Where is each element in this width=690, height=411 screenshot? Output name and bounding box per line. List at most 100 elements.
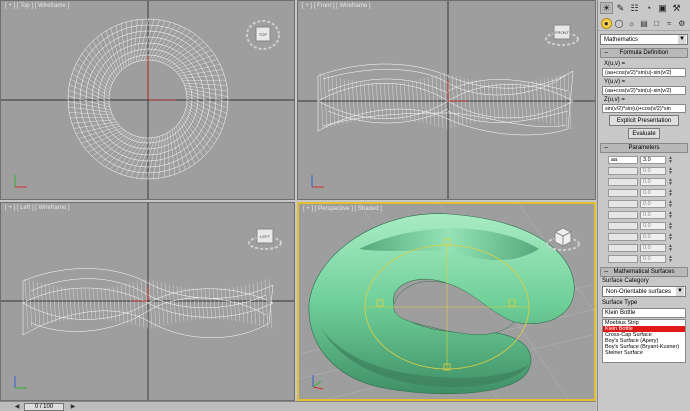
modify-tab-icon[interactable]: ✎ [614,2,627,14]
parameters-list: aa 3.0 ▲ ▼ 0.0 ▲ ▼ 0.0 ▲ ▼ 0.0 ▲ ▼ 0.0 ▲ ▼ 0.0 ▲ ▼ 0.0 ▲ ▼ 0.0… [598,153,690,264]
object-type-value: Mathematics [604,36,639,43]
helpers-icon[interactable]: □ [651,18,662,29]
z-formula-field[interactable]: sin(v/2)*sin(u)+cos(v/2)*sin [602,104,686,113]
spinner-icon[interactable]: ▲ ▼ [668,178,673,187]
viewport-front[interactable]: [ + ] [ Front ] [ Wireframe ] FRONT [297,0,596,200]
parameter-row: 0.0 ▲ ▼ [608,166,690,176]
parameter-name-field[interactable] [608,222,638,230]
y-formula-label: Y(u,v) = [604,79,626,85]
time-slider-thumb[interactable]: 0 / 100 [24,403,64,411]
viewport-left[interactable]: [ + ] [ Left ] [ Wireframe ] LEFT [0,202,295,401]
rollout-title: Parameters [628,145,660,151]
explicit-presentation-button[interactable]: Explicit Presentation [609,115,679,126]
parameter-name-field[interactable] [608,244,638,252]
parameter-name-field[interactable] [608,178,638,186]
surface-type-label: Surface Type [602,300,638,306]
viewport-label[interactable]: [ + ] [ Left ] [ Wireframe ] [5,205,70,211]
formula-definition-rollout[interactable]: − Formula Definition [600,48,688,58]
cameras-icon[interactable]: ▤ [639,18,650,29]
axis-tripod-icon [312,375,324,390]
spinner-icon[interactable]: ▲ ▼ [668,233,673,242]
geometry-icon[interactable]: ● [601,18,612,29]
parameter-name-field[interactable] [608,233,638,241]
parameter-row: 0.0 ▲ ▼ [608,199,690,209]
surface-type-field[interactable]: Klein Bottle [602,308,686,318]
axis-tripod-icon [311,175,324,188]
axis-tripod-icon [14,376,27,389]
object-type-dropdown[interactable]: Mathematics ▼ [600,34,688,45]
parameter-value-field[interactable]: 0.0 [640,178,666,186]
parameter-value-field[interactable]: 3.0 [640,156,666,164]
time-slider[interactable]: ◀ 0 / 100 ▶ [0,401,596,411]
parameters-rollout[interactable]: − Parameters [600,143,688,153]
parameter-value-field[interactable]: 0.0 [640,211,666,219]
parameter-row: 0.0 ▲ ▼ [608,243,690,253]
parameter-name-field[interactable] [608,211,638,219]
parameter-row: 0.0 ▲ ▼ [608,232,690,242]
parameter-value-field[interactable]: 0.0 [640,200,666,208]
surface-category-dropdown[interactable]: Non-Orientable surfaces ▼ [602,286,686,297]
spinner-icon[interactable]: ▲ ▼ [668,222,673,231]
spinner-icon[interactable]: ▲ ▼ [668,167,673,176]
spacewarps-icon[interactable]: ≈ [664,18,675,29]
command-panel-tabs: ☀ ✎ ☷ ◔ ▣ ⚒ [598,0,690,16]
viewcube[interactable]: TOP [245,15,281,51]
parameter-name-field[interactable] [608,255,638,263]
hierarchy-tab-icon[interactable]: ☷ [628,2,641,14]
collapse-icon: − [604,49,609,57]
rollout-title: Mathematical Surfaces [613,269,675,275]
time-slider-next-icon[interactable]: ▶ [68,403,78,411]
parameter-name-field[interactable] [608,167,638,175]
formula-section: X(u,v) = (aa+cos(v/2)*sin(u)-sin(v/2) Y(… [598,58,690,139]
x-formula-field[interactable]: (aa+cos(v/2)*sin(u)-sin(v/2) [602,68,686,77]
surface-list-item[interactable]: Steiner Surface [603,350,685,356]
evaluate-button[interactable]: Evaluate [628,128,660,139]
parameter-row: 0.0 ▲ ▼ [608,254,690,264]
parameter-name-field[interactable]: aa [608,156,638,164]
systems-icon[interactable]: ⚙ [676,18,687,29]
chevron-down-icon: ▼ [676,287,684,296]
y-formula-field[interactable]: (aa+cos(v/2)*sin(u)-sin(v/2) [602,86,686,95]
viewcube-label: LEFT [260,234,270,239]
parameter-value-field[interactable]: 0.0 [640,255,666,263]
surface-type-list[interactable]: Moebius Strip Klein Bottle Cross-Cap Surfa… [602,319,686,363]
parameter-row: 0.0 ▲ ▼ [608,177,690,187]
create-category-row: ● ◯ ☼ ▤ □ ≈ ⚙ [598,16,690,31]
surface-category-label: Surface Category [602,278,649,284]
time-slider-prev-icon[interactable]: ◀ [12,403,22,411]
spinner-icon[interactable]: ▲ ▼ [668,255,673,264]
spinner-icon[interactable]: ▲ ▼ [668,156,673,165]
create-tab-icon[interactable]: ☀ [600,2,613,14]
viewcube[interactable]: LEFT [247,219,283,255]
parameter-value-field[interactable]: 0.0 [640,222,666,230]
parameter-row: 0.0 ▲ ▼ [608,210,690,220]
parameter-value-field[interactable]: 0.0 [640,189,666,197]
spinner-icon[interactable]: ▲ ▼ [668,189,673,198]
lights-icon[interactable]: ☼ [626,18,637,29]
viewcube-label: FRONT [555,30,569,35]
viewport-perspective[interactable]: [ + ] [ Perspective ] [ Shaded ] [297,202,596,401]
command-panel: ☀ ✎ ☷ ◔ ▣ ⚒ ● ◯ ☼ ▤ □ ≈ ⚙ Mathematics ▼ … [597,0,690,411]
shapes-icon[interactable]: ◯ [614,18,625,29]
viewcube[interactable]: FRONT [544,15,580,51]
parameter-name-field[interactable] [608,200,638,208]
viewport-label[interactable]: [ + ] [ Top ] [ Wireframe ] [5,3,69,9]
parameter-value-field[interactable]: 0.0 [640,167,666,175]
parameter-value-field[interactable]: 0.0 [640,233,666,241]
viewcube-label: TOP [259,32,267,37]
viewcube[interactable] [545,220,581,256]
parameter-name-field[interactable] [608,189,638,197]
viewport-top[interactable]: [ + ] [ Top ] [ Wireframe ] TOP [0,0,295,200]
spinner-icon[interactable]: ▲ ▼ [668,211,673,220]
spinner-icon[interactable]: ▲ ▼ [668,244,673,253]
parameter-value-field[interactable]: 0.0 [640,244,666,252]
spinner-icon[interactable]: ▲ ▼ [668,200,673,209]
parameter-row: 0.0 ▲ ▼ [608,188,690,198]
motion-tab-icon[interactable]: ◔ [642,2,655,14]
viewport-label[interactable]: [ + ] [ Perspective ] [ Shaded ] [303,206,382,212]
mathematical-surfaces-rollout[interactable]: − Mathematical Surfaces [600,267,688,277]
viewport-label[interactable]: [ + ] [ Front ] [ Wireframe ] [302,3,371,9]
utilities-tab-icon[interactable]: ⚒ [670,2,683,14]
display-tab-icon[interactable]: ▣ [656,2,669,14]
axis-tripod-icon [14,175,27,188]
